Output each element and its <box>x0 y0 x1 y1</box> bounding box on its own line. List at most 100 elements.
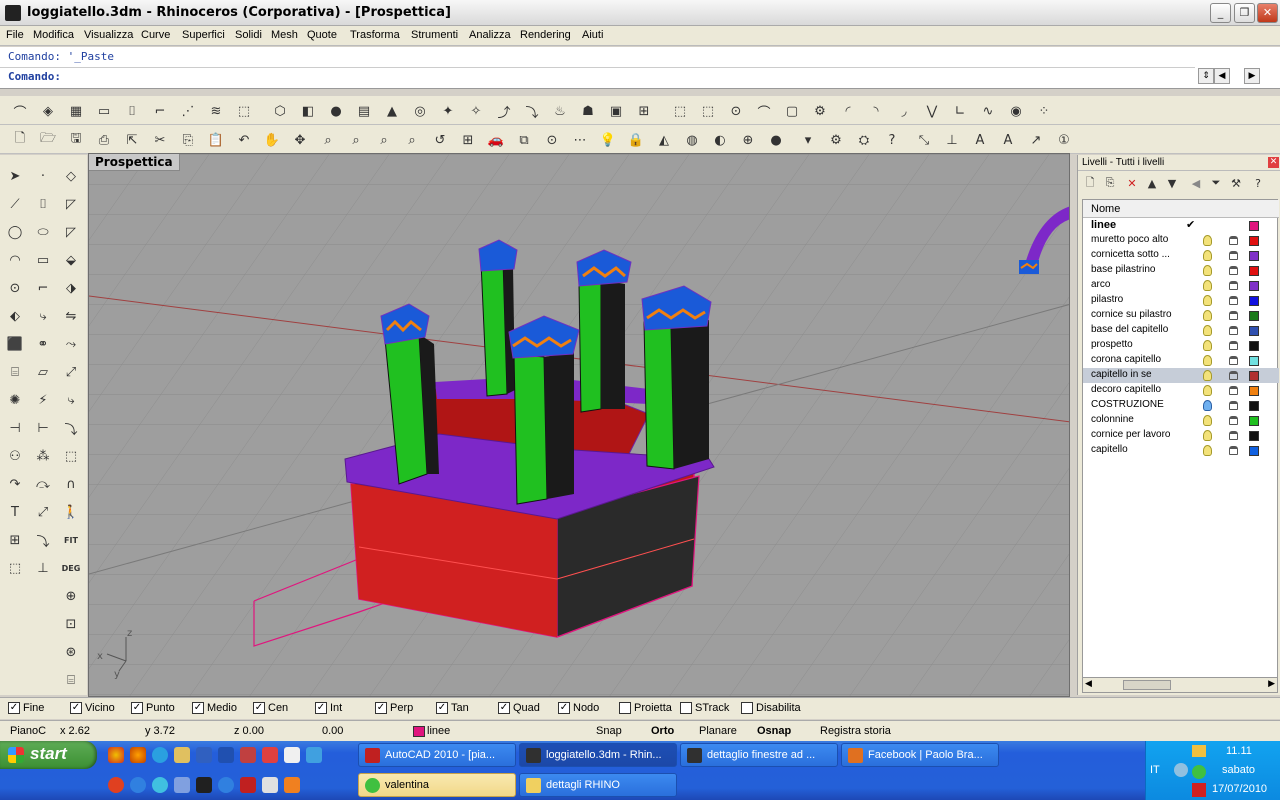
network-srf-icon[interactable]: ⤢ <box>60 361 82 383</box>
osnap-medio[interactable]: ✓ Medio <box>192 702 237 714</box>
layer-visibility-bulb-icon[interactable] <box>1203 355 1212 366</box>
layer-visibility-bulb-icon[interactable] <box>1203 295 1212 306</box>
menu-strumenti[interactable]: Strumenti <box>411 29 458 41</box>
freeform-icon[interactable]: ∿ <box>978 101 998 121</box>
dimension-tool-icon[interactable]: ⬚ <box>4 557 26 579</box>
new-layer-icon[interactable]: 🗋 <box>1082 175 1098 191</box>
curve-icon[interactable]: ⌒ <box>10 101 30 121</box>
layer-row[interactable]: capitello in se <box>1083 368 1279 383</box>
planar-toggle[interactable]: Planare <box>699 725 737 737</box>
layer-lock-icon[interactable] <box>1229 446 1238 455</box>
undo-icon[interactable]: ↶ <box>234 130 254 150</box>
cone-icon[interactable]: ▲ <box>382 101 402 121</box>
sweep-icon[interactable]: ≋ <box>206 101 226 121</box>
snap-toggle[interactable]: Snap <box>596 725 622 737</box>
scatter-icon[interactable]: ⁘ <box>1034 101 1054 121</box>
osnap-checkbox[interactable] <box>619 702 631 714</box>
layer-color-swatch[interactable] <box>1249 371 1259 381</box>
cplane-icon[interactable]: ⧉ <box>514 130 534 150</box>
layer-visibility-bulb-icon[interactable] <box>1203 235 1212 246</box>
command-scroll-icon[interactable]: ⇕ <box>1198 68 1214 84</box>
command-forward-icon[interactable]: ▶ <box>1244 68 1260 84</box>
dimension-icon[interactable]: ⤡ <box>914 130 934 150</box>
layer-color-swatch[interactable] <box>1249 326 1259 336</box>
wheel-icon[interactable]: ⚙ <box>810 101 830 121</box>
wireframe-sphere-icon[interactable]: ◐ <box>710 130 730 150</box>
taskbar-window-button[interactable]: loggiatello.3dm - Rhin... <box>519 743 677 767</box>
language-indicator[interactable]: IT <box>1150 764 1160 776</box>
layer-help-icon[interactable]: ? <box>1250 175 1266 191</box>
layer-lock-icon[interactable] <box>1229 401 1238 410</box>
box-tool-icon[interactable]: ⬛ <box>4 333 26 355</box>
cplane-status[interactable]: PianoC <box>10 725 46 737</box>
layer-row[interactable]: pilastro <box>1083 293 1279 308</box>
layer-row[interactable]: base del capitello <box>1083 323 1279 338</box>
ellipse-tool-icon[interactable]: ⬭ <box>32 221 54 243</box>
taskbar-window-button[interactable]: AutoCAD 2010 - [pia... <box>358 743 516 767</box>
flash-icon[interactable] <box>108 777 124 793</box>
osnap-tan[interactable]: ✓ Tan <box>436 702 469 714</box>
spotlight-icon[interactable]: ▾ <box>798 130 818 150</box>
color-wheel-icon[interactable]: ◍ <box>682 130 702 150</box>
browser-icon[interactable] <box>152 777 168 793</box>
osnap-checkbox[interactable]: ✓ <box>375 702 387 714</box>
layer-lock-icon[interactable] <box>1229 356 1238 365</box>
circle-tool-icon[interactable]: ◯ <box>4 221 26 243</box>
menu-modifica[interactable]: Modifica <box>33 29 74 41</box>
osnap-checkbox[interactable]: ✓ <box>131 702 143 714</box>
maximize-button[interactable]: ❐ <box>1234 3 1255 23</box>
mesh-grid-icon[interactable]: ⊞ <box>634 101 654 121</box>
render-window-icon[interactable]: ▣ <box>606 101 626 121</box>
blend-icon[interactable]: ⤵ <box>522 101 542 121</box>
layer-color-swatch[interactable] <box>1249 251 1259 261</box>
circle-point-icon[interactable]: ⊙ <box>4 277 26 299</box>
point-icon[interactable]: ⊙ <box>542 130 562 150</box>
sphere-icon[interactable]: ● <box>326 101 346 121</box>
clock-date[interactable]: 17/07/2010 <box>1212 783 1267 795</box>
surface-corner-icon[interactable]: ◸ <box>60 221 82 243</box>
menu-rendering[interactable]: Rendering <box>520 29 571 41</box>
render-sphere-icon[interactable]: ● <box>766 130 786 150</box>
layer-visibility-bulb-icon[interactable] <box>1203 370 1212 381</box>
cylinder-view-icon[interactable]: ⌸ <box>60 669 82 691</box>
select-crossing-icon[interactable]: ⬚ <box>698 101 718 121</box>
zoom-selected-icon[interactable]: ⌕ <box>402 130 422 150</box>
taskbar-window-button[interactable]: valentina <box>358 773 516 797</box>
move-explode-icon[interactable]: ✺ <box>4 389 26 411</box>
menu-curve[interactable]: Curve <box>141 29 170 41</box>
light-bulb-icon[interactable]: 💡 <box>598 130 618 150</box>
layer-row[interactable]: colonnine <box>1083 413 1279 428</box>
layers-scrollbar[interactable]: ◀ ▶ <box>1082 677 1278 693</box>
taskbar-window-button[interactable]: Facebook | Paolo Bra... <box>841 743 999 767</box>
paint-bucket-icon[interactable]: ◭ <box>654 130 674 150</box>
chamfer-icon[interactable]: ⤴ <box>494 101 514 121</box>
layer-color-swatch[interactable] <box>1249 296 1259 306</box>
layer-lock-icon[interactable] <box>1229 431 1238 440</box>
viewport-title[interactable]: Prospettica <box>89 154 180 171</box>
move-up-icon[interactable]: ▲ <box>1144 175 1160 191</box>
menu-quote[interactable]: Quote <box>307 29 337 41</box>
ortho-toggle[interactable]: Orto <box>651 725 674 737</box>
osnap-strack[interactable]: STrack <box>680 702 729 714</box>
taskbar-window-button[interactable]: dettaglio finestre ad ... <box>680 743 838 767</box>
clock-time[interactable]: 11.11 <box>1226 745 1252 757</box>
undo-view-icon[interactable]: ↺ <box>430 130 450 150</box>
layer-visibility-bulb-icon[interactable] <box>1203 445 1212 456</box>
vlc-icon[interactable] <box>284 777 300 793</box>
osnap-fine[interactable]: ✓ Fine <box>8 702 44 714</box>
control-points-icon[interactable]: ⌷ <box>32 193 54 215</box>
layer-visibility-bulb-icon[interactable] <box>1203 325 1212 336</box>
box-3d-icon[interactable]: ⬚ <box>60 445 82 467</box>
rotate-3d-icon[interactable]: ⤼ <box>32 473 54 495</box>
layer-color-swatch[interactable] <box>1249 341 1259 351</box>
reader-icon[interactable] <box>240 747 256 763</box>
rotate-tool-icon[interactable]: ↷ <box>4 473 26 495</box>
move-left-icon[interactable]: ◀ <box>1188 175 1204 191</box>
surface-edge-icon[interactable]: ◸ <box>60 193 82 215</box>
osnap-vicino[interactable]: ✓ Vicino <box>70 702 115 714</box>
osnap-nodo[interactable]: ✓ Nodo <box>558 702 599 714</box>
layer-visibility-bulb-icon[interactable] <box>1203 340 1212 351</box>
fit-icon[interactable]: FIT <box>60 529 82 551</box>
wifi-icon[interactable] <box>1192 765 1206 779</box>
cylinder-icon[interactable]: ▤ <box>354 101 374 121</box>
